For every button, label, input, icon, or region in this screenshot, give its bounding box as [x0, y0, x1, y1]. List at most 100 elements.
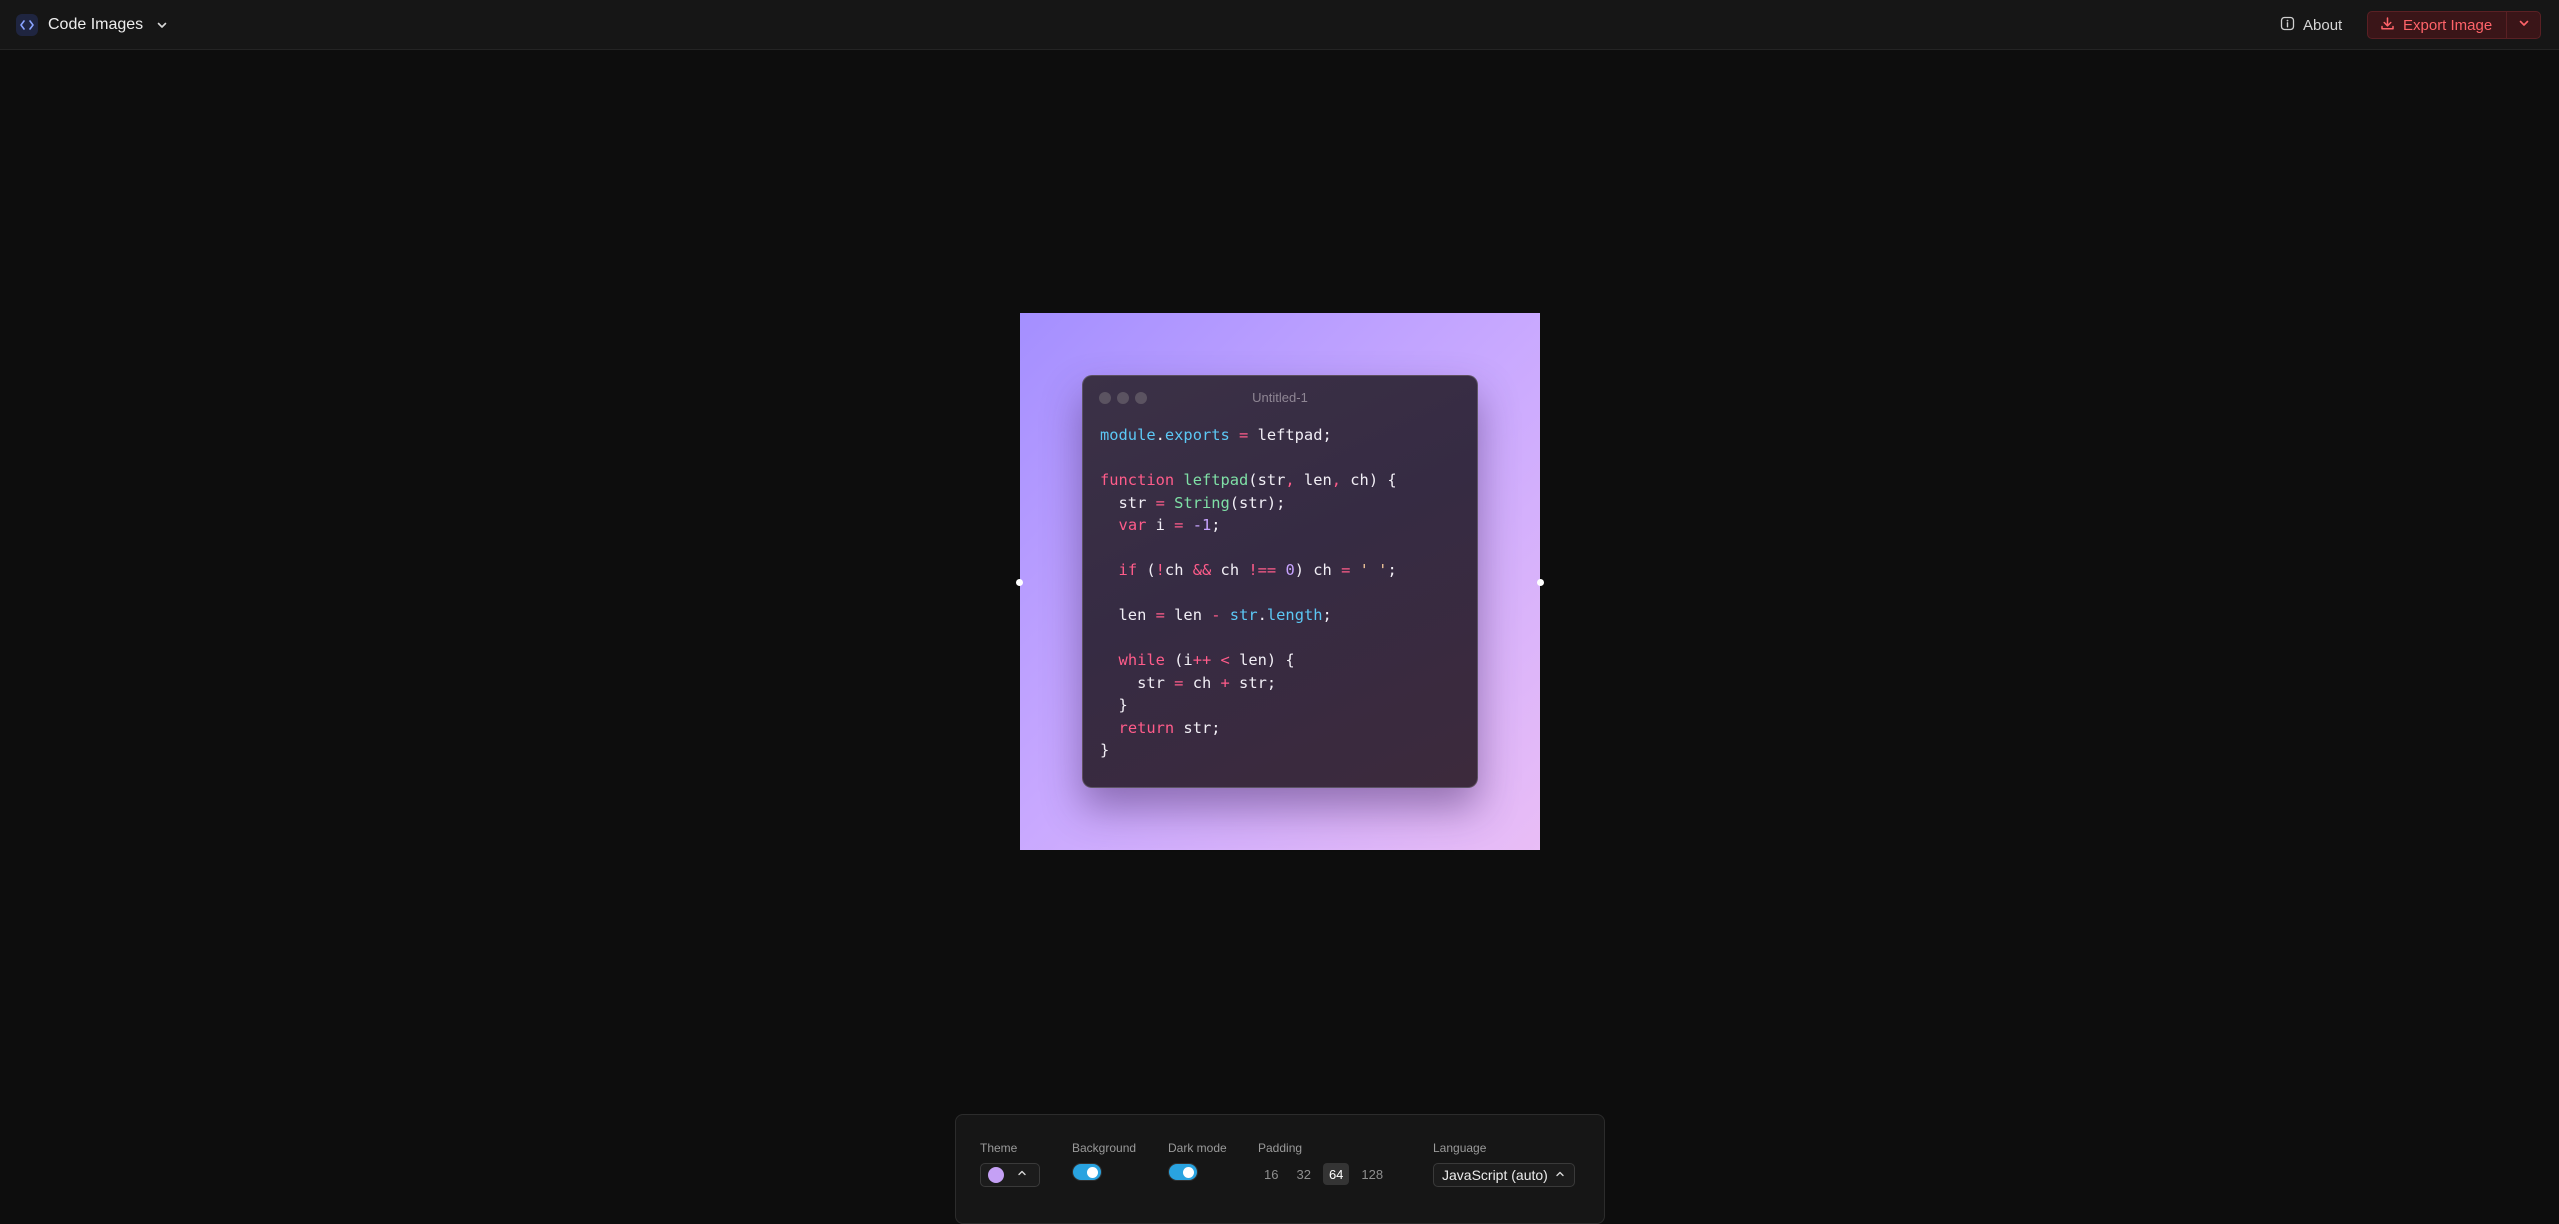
code-image-frame: Untitled-1 module.exports = leftpad; func… — [1016, 313, 1544, 850]
code-token: i — [1146, 516, 1175, 534]
code-token: module — [1100, 426, 1156, 444]
code-token: -1 — [1192, 516, 1212, 534]
code-line: str = ch + str; — [1100, 672, 1397, 695]
theme-select[interactable] — [980, 1163, 1040, 1187]
code-token: len — [1164, 606, 1212, 624]
padding-options: 16 32 64 128 — [1258, 1163, 1389, 1185]
code-token: ( — [1137, 561, 1156, 579]
about-label: About — [2303, 16, 2343, 34]
language-value: JavaScript (auto) — [1442, 1167, 1548, 1183]
resize-handle-right[interactable] — [1537, 579, 1544, 586]
dark-mode-label: Dark mode — [1168, 1141, 1227, 1155]
code-token: } — [1100, 696, 1128, 714]
code-token: = — [1155, 606, 1165, 624]
code-token: ; — [1387, 561, 1397, 579]
chevron-down-icon — [155, 18, 169, 32]
code-line: str = String(str); — [1100, 492, 1397, 515]
code-token: , — [1285, 471, 1295, 489]
background-control: Background — [1072, 1141, 1136, 1181]
app-menu-trigger[interactable]: Code Images — [16, 13, 169, 37]
code-token: ++ — [1192, 651, 1212, 669]
code-token: ! — [1155, 561, 1165, 579]
code-line: while (i++ < len) { — [1100, 649, 1397, 672]
code-token: } — [1100, 741, 1110, 759]
code-token: = — [1155, 493, 1165, 512]
code-token: = — [1239, 426, 1249, 444]
resize-handle-left[interactable] — [1016, 579, 1023, 586]
background-toggle[interactable] — [1072, 1163, 1102, 1181]
padding-option-64[interactable]: 64 — [1322, 1163, 1350, 1185]
code-line: len = len - str.length; — [1100, 604, 1397, 627]
export-image-button[interactable]: Export Image — [2368, 12, 2506, 38]
window-title[interactable]: Untitled-1 — [1083, 390, 1477, 405]
padding-option-128[interactable]: 128 — [1355, 1163, 1389, 1185]
code-token: len — [1100, 606, 1156, 624]
code-token: , — [1331, 471, 1342, 489]
code-token: len) { — [1229, 651, 1295, 669]
about-button[interactable]: About — [2280, 12, 2350, 38]
code-token: str; — [1174, 718, 1221, 737]
toggle-knob — [1183, 1167, 1194, 1178]
code-token: ; — [1211, 516, 1221, 534]
code-token: . — [1155, 426, 1165, 444]
code-token: ch — [1164, 561, 1193, 579]
app-header: Code Images About Export Image — [0, 0, 2559, 50]
code-line: } — [1100, 694, 1397, 717]
download-icon — [2380, 16, 2395, 35]
code-line: function leftpad(str, len, ch) { — [1100, 469, 1397, 492]
padding-option-32[interactable]: 32 — [1290, 1163, 1316, 1185]
theme-swatch — [988, 1167, 1004, 1183]
code-line: return str; — [1100, 717, 1397, 740]
toggle-knob — [1087, 1167, 1098, 1178]
code-token: < — [1220, 651, 1230, 669]
language-select[interactable]: JavaScript (auto) — [1433, 1163, 1575, 1187]
chevron-up-icon — [1554, 1167, 1566, 1183]
code-token: ' ' — [1359, 561, 1388, 579]
code-token: - — [1211, 606, 1221, 624]
dark-mode-control: Dark mode — [1168, 1141, 1227, 1181]
code-token: exports — [1164, 426, 1230, 444]
code-token: str — [1100, 493, 1156, 512]
export-button-group: Export Image — [2367, 11, 2542, 39]
code-token: ) ch — [1294, 561, 1342, 579]
code-token: !== — [1248, 561, 1277, 579]
code-editor[interactable]: module.exports = leftpad; function leftpa… — [1100, 424, 1397, 762]
code-line: var i = -1; — [1100, 514, 1397, 537]
code-token: ; — [1322, 606, 1332, 624]
settings-toolbar: Theme Background Dark mode Padding 16 32… — [955, 1114, 1605, 1224]
info-icon — [2280, 16, 2295, 35]
language-control: Language JavaScript (auto) — [1433, 1141, 1575, 1187]
code-brackets-icon — [16, 14, 38, 36]
code-token: return — [1118, 718, 1175, 737]
code-window: Untitled-1 module.exports = leftpad; func… — [1082, 375, 1478, 788]
code-token: ch) { — [1341, 471, 1397, 489]
code-token: if — [1118, 561, 1138, 579]
code-line: module.exports = leftpad; — [1100, 424, 1397, 447]
code-token: var — [1118, 516, 1147, 534]
export-options-button[interactable] — [2506, 12, 2540, 38]
code-token: && — [1192, 561, 1212, 579]
code-token: function — [1100, 471, 1175, 489]
code-token: 0 — [1285, 561, 1295, 579]
code-token: (str); — [1229, 493, 1286, 512]
padding-control: Padding 16 32 64 128 — [1258, 1141, 1389, 1185]
code-token: len — [1294, 471, 1332, 489]
export-image-label: Export Image — [2403, 16, 2493, 34]
dark-mode-toggle[interactable] — [1168, 1163, 1198, 1181]
padding-label: Padding — [1258, 1141, 1303, 1155]
code-token: ch — [1183, 673, 1221, 692]
padding-option-16[interactable]: 16 — [1258, 1163, 1284, 1185]
